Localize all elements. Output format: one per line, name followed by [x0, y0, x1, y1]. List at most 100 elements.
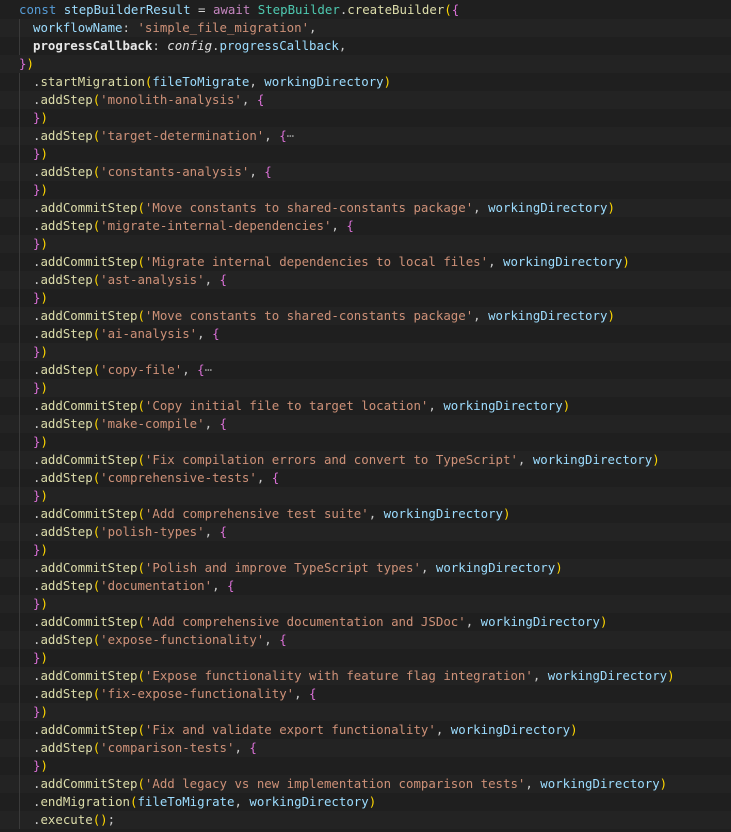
code-line[interactable]: .endMigration(fileToMigrate, workingDire…	[0, 793, 731, 811]
code-text: })	[33, 487, 48, 505]
code-line[interactable]: })	[0, 757, 731, 775]
code-line[interactable]: .addStep('comparison-tests', {	[0, 739, 731, 757]
code-token: ,	[234, 740, 250, 755]
code-line[interactable]: .addStep('migrate-internal-dependencies'…	[0, 217, 731, 235]
code-line[interactable]: .addStep('fix-expose-functionality', {	[0, 685, 731, 703]
code-line[interactable]: .addCommitStep('Polish and improve TypeS…	[0, 559, 731, 577]
code-token: addStep	[40, 578, 93, 593]
code-line[interactable]: .addCommitStep('Fix and validate export …	[0, 721, 731, 739]
code-line[interactable]: .addCommitStep('Add legacy vs new implem…	[0, 775, 731, 793]
code-line[interactable]: .addStep('target-determination', {⋯	[0, 127, 731, 145]
code-token: 'documentation'	[100, 578, 213, 593]
folded-region-ellipsis[interactable]: ⋯	[205, 362, 212, 377]
code-token: {	[197, 362, 205, 377]
code-line[interactable]: .addStep('copy-file', {⋯	[0, 361, 731, 379]
code-line[interactable]: .addStep('expose-functionality', {	[0, 631, 731, 649]
code-line[interactable]: })	[0, 703, 731, 721]
code-line[interactable]: .addStep('polish-types', {	[0, 523, 731, 541]
code-token: 'comprehensive-tests'	[100, 470, 257, 485]
code-token: )	[26, 56, 34, 71]
code-line[interactable]: const stepBuilderResult = await StepBuil…	[0, 1, 731, 19]
code-line[interactable]: })	[0, 55, 731, 73]
code-line[interactable]: .addCommitStep('Migrate internal depende…	[0, 253, 731, 271]
folded-region-ellipsis[interactable]: ⋯	[287, 128, 294, 143]
code-token: )	[40, 758, 48, 773]
code-token: ,	[294, 686, 310, 701]
indent-guide	[19, 649, 20, 667]
code-token: (	[137, 506, 145, 521]
code-text: })	[33, 109, 48, 127]
code-line[interactable]: .addCommitStep('Move constants to shared…	[0, 199, 731, 217]
code-line[interactable]: })	[0, 379, 731, 397]
code-token: addCommitStep	[40, 722, 138, 737]
code-token: ,	[249, 74, 265, 89]
code-text: })	[33, 343, 48, 361]
code-token: 'expose-functionality'	[100, 632, 265, 647]
code-line[interactable]: .addStep('comprehensive-tests', {	[0, 469, 731, 487]
code-token: workingDirectory	[547, 668, 668, 683]
code-line[interactable]: })	[0, 235, 731, 253]
code-token: ,	[204, 524, 220, 539]
code-token: {	[309, 686, 317, 701]
code-line[interactable]: .addStep('documentation', {	[0, 577, 731, 595]
code-token: addStep	[40, 524, 93, 539]
indent-guide	[19, 469, 20, 487]
code-token: )	[40, 650, 48, 665]
code-token: )	[599, 614, 608, 629]
code-token: ,	[473, 308, 489, 323]
code-token: (	[137, 200, 145, 215]
code-line[interactable]: .addCommitStep('Move constants to shared…	[0, 307, 731, 325]
code-text: .addStep('expose-functionality', {	[33, 631, 287, 649]
code-token: )	[570, 722, 578, 737]
code-line[interactable]: .addCommitStep('Copy initial file to tar…	[0, 397, 731, 415]
code-text: .addStep('polish-types', {	[33, 523, 227, 541]
indent-guide	[19, 325, 20, 343]
code-line[interactable]: .addStep('make-compile', {	[0, 415, 731, 433]
indent-guide	[19, 793, 20, 811]
code-token: (	[137, 722, 145, 737]
indent-guide	[19, 487, 20, 505]
code-token: 'Fix and validate export functionality'	[144, 722, 436, 737]
indent-guide	[19, 397, 20, 415]
code-text: progressCallback: config.progressCallbac…	[33, 37, 346, 55]
code-line[interactable]: .addCommitStep('Expose functionality wit…	[0, 667, 731, 685]
code-line[interactable]: .addStep('ast-analysis', {	[0, 271, 731, 289]
code-line[interactable]: })	[0, 343, 731, 361]
code-line[interactable]: })	[0, 433, 731, 451]
code-line[interactable]: .addStep('constants-analysis', {	[0, 163, 731, 181]
code-line[interactable]: .addStep('ai-analysis', {	[0, 325, 731, 343]
code-line[interactable]: .addCommitStep('Fix compilation errors a…	[0, 451, 731, 469]
code-line[interactable]: .addCommitStep('Add comprehensive docume…	[0, 613, 731, 631]
code-line[interactable]: })	[0, 541, 731, 559]
code-line[interactable]: .addStep('monolith-analysis', {	[0, 91, 731, 109]
code-line[interactable]: })	[0, 109, 731, 127]
code-token: StepBuilder	[250, 2, 340, 17]
code-editor[interactable]: const stepBuilderResult = await StepBuil…	[0, 0, 731, 832]
code-token: ,	[532, 668, 548, 683]
code-token: addStep	[40, 272, 93, 287]
code-text: .addCommitStep('Expose functionality wit…	[33, 667, 675, 685]
code-token: addStep	[40, 362, 93, 377]
indent-guide	[19, 415, 20, 433]
code-line[interactable]: })	[0, 649, 731, 667]
code-text: .addStep('monolith-analysis', {	[33, 91, 264, 109]
code-token: workingDirectory	[264, 74, 384, 89]
code-line[interactable]: .startMigration(fileToMigrate, workingDi…	[0, 73, 731, 91]
code-token: )	[368, 794, 377, 809]
code-token: addCommitStep	[40, 614, 138, 629]
code-line[interactable]: })	[0, 595, 731, 613]
code-token: addCommitStep	[40, 452, 138, 467]
code-line[interactable]: .execute();	[0, 811, 731, 829]
code-line[interactable]: })	[0, 487, 731, 505]
code-line[interactable]: })	[0, 289, 731, 307]
indent-guide	[19, 505, 20, 523]
indent-guide	[19, 19, 20, 37]
code-line[interactable]: })	[0, 145, 731, 163]
code-line[interactable]: workflowName: 'simple_file_migration',	[0, 19, 731, 37]
code-token: 'monolith-analysis'	[100, 92, 242, 107]
code-line[interactable]: .addCommitStep('Add comprehensive test s…	[0, 505, 731, 523]
code-token: {	[219, 272, 227, 287]
code-token: workingDirectory	[488, 200, 608, 215]
code-line[interactable]: progressCallback: config.progressCallbac…	[0, 37, 731, 55]
code-line[interactable]: })	[0, 181, 731, 199]
